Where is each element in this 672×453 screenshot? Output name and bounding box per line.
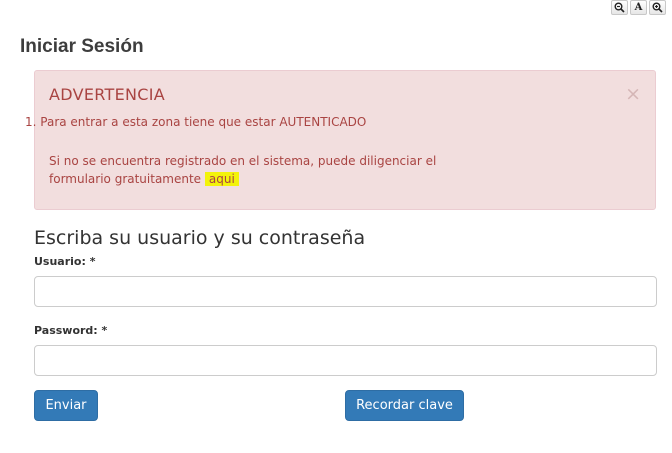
- zoom-out-icon[interactable]: [611, 0, 628, 15]
- font-size-toolbar: A: [611, 0, 666, 15]
- register-link[interactable]: aqui: [204, 172, 239, 186]
- recover-password-button[interactable]: Recordar clave: [345, 390, 464, 421]
- alert-item-1: 1. Para entrar a esta zona tiene que est…: [25, 115, 367, 129]
- alert-message-line1: Si no se encuentra registrado en el sist…: [49, 154, 437, 168]
- user-label: Usuario: *: [34, 255, 96, 268]
- alert-message: Si no se encuentra registrado en el sist…: [49, 152, 479, 188]
- page-title: Iniciar Sesión: [20, 36, 144, 57]
- password-input[interactable]: [34, 345, 657, 376]
- password-label: Password: *: [34, 324, 108, 337]
- alert-message-line2: formulario gratuitamente: [49, 172, 202, 186]
- zoom-in-icon[interactable]: [649, 0, 666, 15]
- submit-button[interactable]: Enviar: [34, 390, 98, 421]
- alert-title: ADVERTENCIA: [49, 85, 165, 104]
- warning-alert: ADVERTENCIA × 1. Para entrar a esta zona…: [25, 70, 656, 210]
- form-subtitle: Escriba su usuario y su contraseña: [34, 227, 366, 249]
- close-icon[interactable]: ×: [625, 83, 641, 105]
- font-reset-icon[interactable]: A: [630, 0, 647, 15]
- user-input[interactable]: [34, 276, 657, 307]
